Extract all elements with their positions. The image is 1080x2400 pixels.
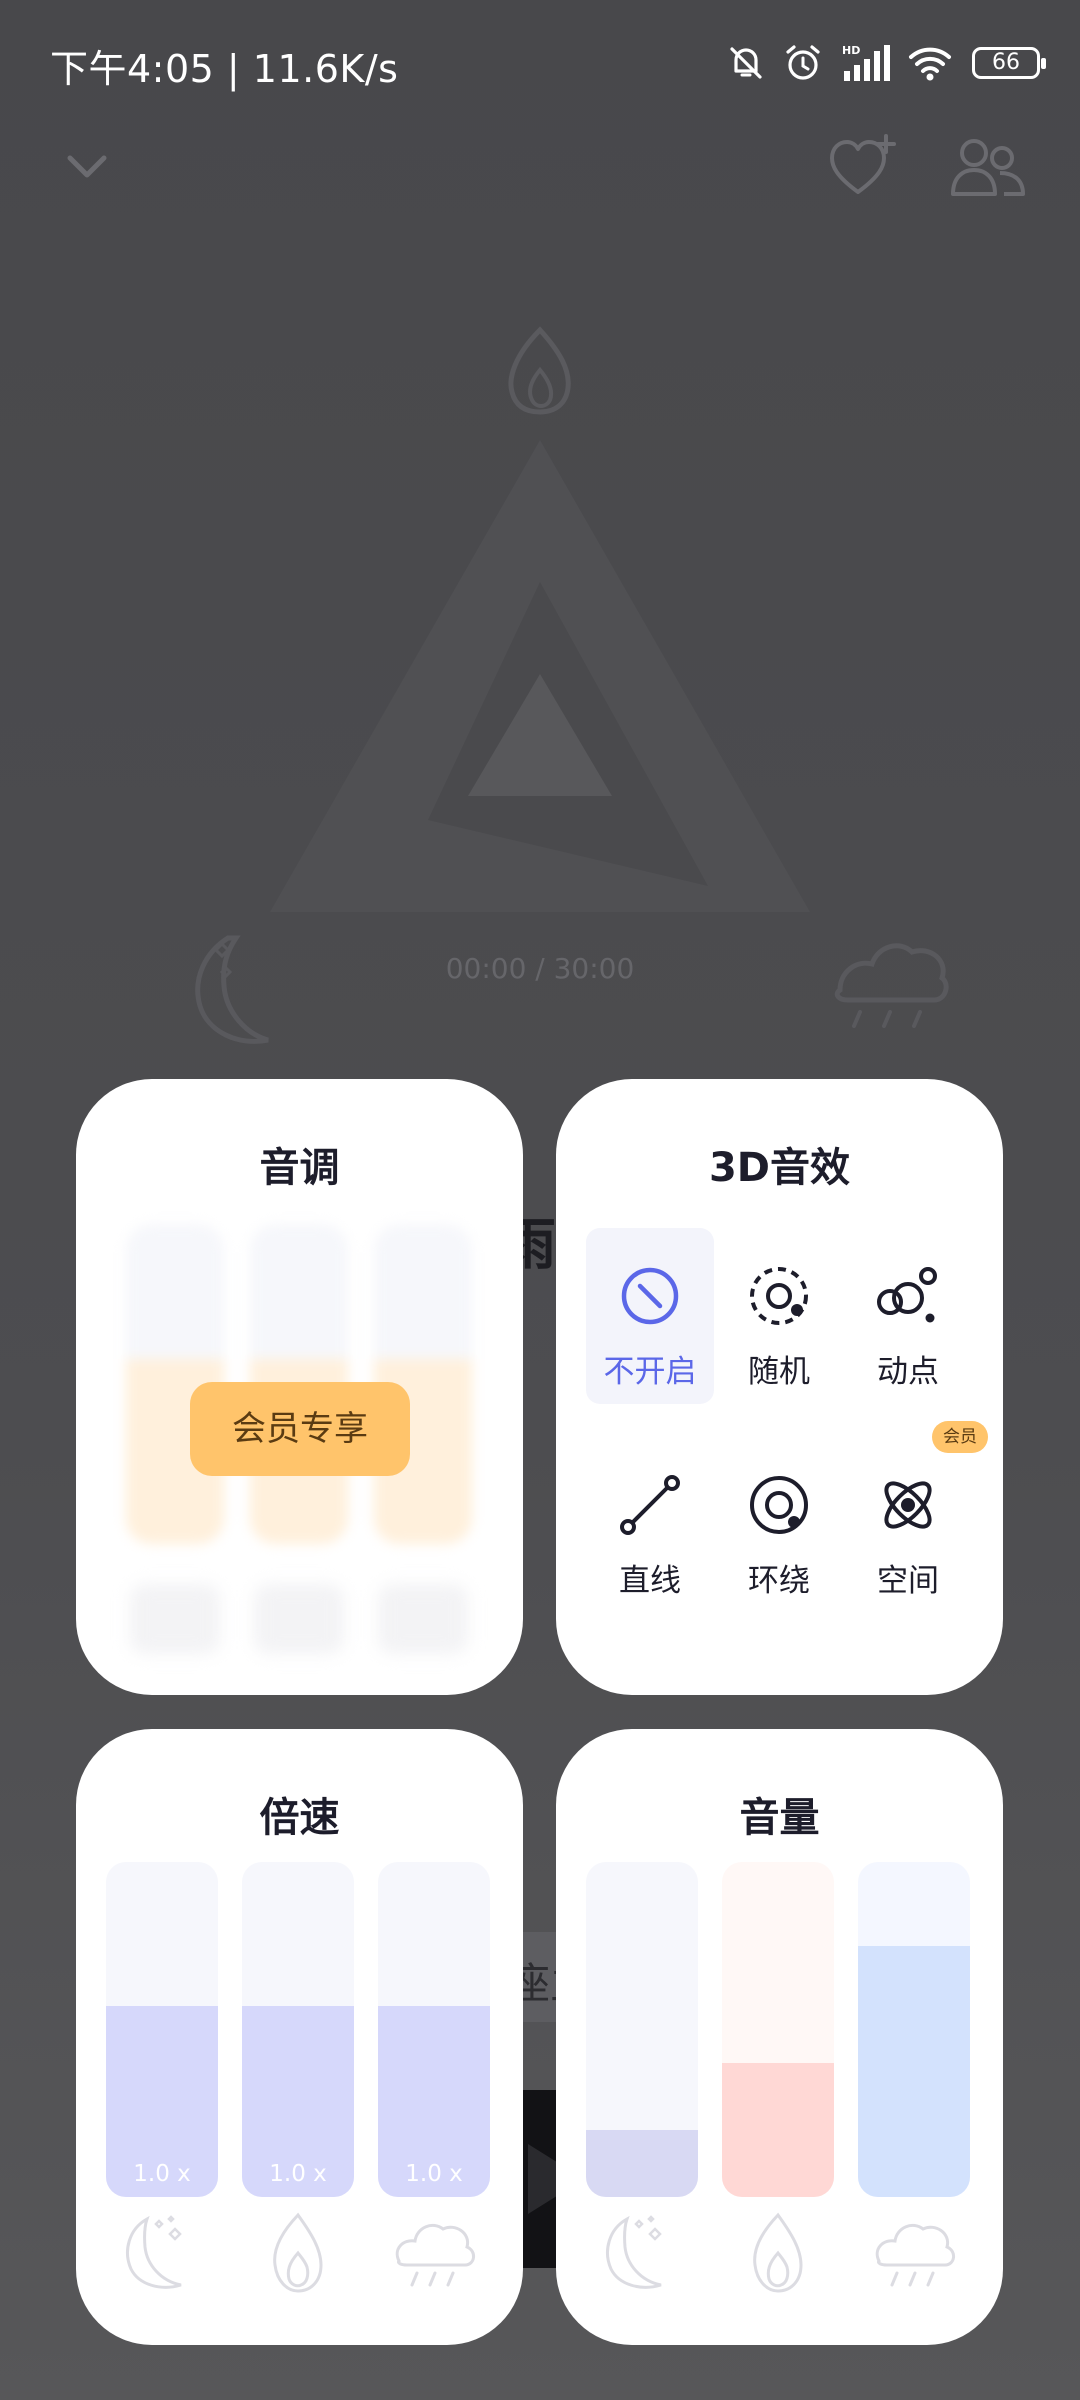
volume-slider-fire[interactable] — [722, 1862, 834, 2197]
pitch-icon-blurred — [378, 1584, 468, 1654]
random-orbit-icon — [750, 1267, 808, 1325]
effects-3d-title: 3D音效 — [708, 1145, 851, 1191]
volume-title: 音量 — [739, 1795, 820, 1841]
speed-value-label: 1.0 x — [269, 2161, 327, 2187]
fire-icon — [753, 2212, 803, 2293]
surround-icon — [750, 1476, 808, 1534]
effect-option-off[interactable]: 不开启 — [586, 1228, 714, 1404]
speed-title: 倍速 — [259, 1795, 340, 1841]
battery-indicator: 66 — [972, 47, 1046, 79]
effect-option-random[interactable]: 随机 — [715, 1228, 843, 1404]
volume-slider-fill — [858, 1945, 970, 2197]
background-triangle-art — [195, 326, 949, 1044]
volume-panel: 音量 — [556, 1729, 1003, 2345]
people-icon[interactable] — [950, 136, 1026, 198]
pitch-icon-blurred — [130, 1584, 220, 1654]
status-icons: HD 66 — [726, 38, 1046, 88]
speed-slider-night[interactable]: 1.0 x — [106, 1862, 218, 2197]
volume-slider-night[interactable] — [586, 1862, 698, 2197]
volume-slider-fill — [722, 2063, 834, 2197]
svg-text:HD: HD — [842, 44, 860, 57]
pitch-icon-blurred — [254, 1584, 344, 1654]
night-moon-icon — [126, 2215, 182, 2289]
atom-space-icon — [884, 1481, 932, 1529]
line-icon — [620, 1475, 680, 1535]
effect-option-moving-points[interactable]: 动点 — [844, 1228, 972, 1404]
speed-slider-fire[interactable]: 1.0 x — [242, 1862, 354, 2197]
status-bar: 下午4:05 | 11.6K/s HD 66 — [0, 0, 1080, 128]
mute-bell-icon — [730, 47, 762, 79]
speed-value-label: 1.0 x — [405, 2161, 463, 2187]
collapse-chevron-icon[interactable] — [62, 142, 112, 192]
signal-hd-icon: HD — [842, 44, 890, 81]
effect-label: 空间 — [877, 1563, 939, 1599]
wifi-icon — [909, 47, 951, 81]
effect-label: 直线 — [619, 1563, 681, 1599]
vip-badge: 会员 — [932, 1421, 988, 1453]
effect-label: 环绕 — [748, 1563, 810, 1599]
effect-option-line[interactable]: 直线 — [586, 1437, 714, 1613]
volume-slider-fill — [586, 2130, 698, 2197]
rain-cloud-icon — [395, 2224, 475, 2287]
effect-label: 动点 — [877, 1354, 939, 1390]
moving-points-icon — [877, 1267, 937, 1323]
speed-slider-rain[interactable]: 1.0 x — [378, 1862, 490, 2197]
pitch-title: 音调 — [259, 1145, 340, 1191]
status-time-speed: 下午4:05 | 11.6K/s — [50, 47, 399, 91]
effects-3d-panel: 3D音效 不开启 随机 动点 直线 环绕 会员 空间 — [556, 1079, 1003, 1695]
effect-label: 随机 — [748, 1354, 810, 1390]
disabled-icon — [621, 1267, 679, 1325]
speed-value-label: 1.0 x — [133, 2161, 191, 2187]
alarm-icon — [786, 45, 820, 80]
fire-icon — [273, 2212, 323, 2293]
volume-slider-rain[interactable] — [858, 1862, 970, 2197]
add-favorite-heart-icon[interactable] — [828, 134, 898, 200]
night-moon-icon — [606, 2215, 662, 2289]
effect-option-space[interactable]: 会员 空间 — [844, 1421, 988, 1613]
effect-label: 不开启 — [603, 1354, 697, 1390]
effect-option-surround[interactable]: 环绕 — [715, 1437, 843, 1613]
play-timer: 00:00 / 30:00 — [445, 952, 635, 985]
rain-cloud-icon — [875, 2224, 955, 2287]
speed-panel: 倍速 1.0 x 1.0 x 1.0 x — [76, 1729, 523, 2345]
vip-exclusive-button[interactable]: 会员专享 — [190, 1382, 410, 1476]
pitch-panel: 音调 会员专享 — [76, 1079, 523, 1695]
